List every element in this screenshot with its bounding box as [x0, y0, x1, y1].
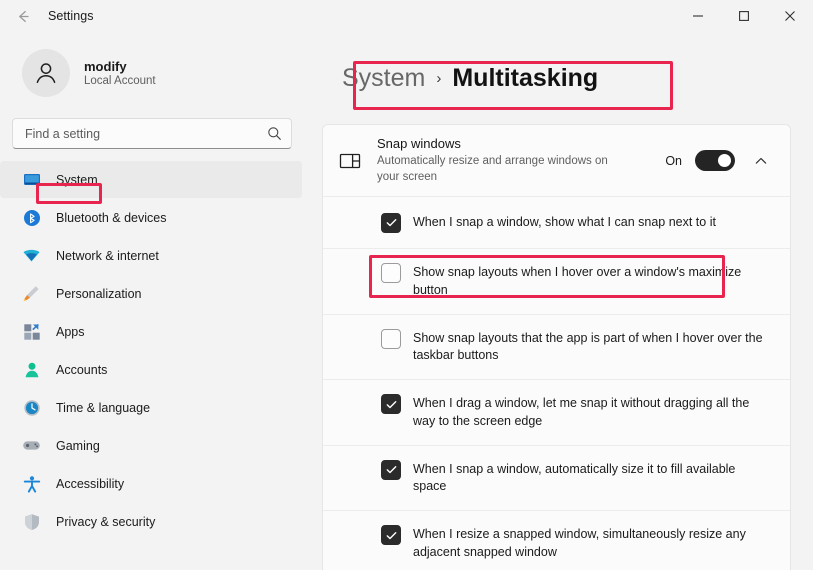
sidebar-nav: System Bluetooth & devices Network & int…	[0, 159, 310, 541]
search-input[interactable]	[25, 126, 267, 141]
snap-windows-title: Snap windows	[377, 135, 461, 151]
sidebar-item-label: Personalization	[56, 286, 142, 301]
snap-windows-texts: Snap windows Automatically resize and ar…	[377, 136, 651, 186]
account-icon	[22, 360, 41, 379]
account-name: modify	[84, 59, 127, 74]
sidebar-item-accounts[interactable]: Accounts	[0, 351, 302, 388]
snap-windows-card: Snap windows Automatically resize and ar…	[322, 124, 791, 570]
clock-icon	[22, 398, 41, 417]
chevron-right-icon: ›	[436, 69, 442, 87]
title-bar: Settings	[0, 0, 813, 32]
snap-option-label: When I snap a window, show what I can sn…	[413, 215, 716, 230]
snap-option-row[interactable]: Show snap layouts that the app is part o…	[323, 313, 790, 380]
sidebar-item-time-language[interactable]: Time & language	[0, 389, 302, 426]
account-text: modify Local Account	[84, 59, 156, 87]
sidebar-item-label: System	[56, 172, 98, 187]
brush-icon	[22, 284, 41, 303]
breadcrumb-row: System › Multitasking	[322, 32, 791, 124]
chevron-up-icon[interactable]	[748, 148, 774, 174]
sidebar-item-label: Network & internet	[56, 248, 159, 263]
account-type: Local Account	[84, 75, 156, 87]
snap-option-row[interactable]: Show snap layouts when I hover over a wi…	[323, 248, 790, 314]
sidebar-item-system[interactable]: System	[0, 161, 302, 198]
sidebar-item-gaming[interactable]: Gaming	[0, 427, 302, 464]
main-content: System › Multitasking Snap windows Autom…	[310, 32, 813, 570]
snap-windows-description: Automatically resize and arrange windows…	[377, 154, 608, 183]
sidebar-item-privacy-security[interactable]: Privacy & security	[0, 503, 302, 540]
snap-option-row[interactable]: When I resize a snapped window, simultan…	[323, 510, 790, 570]
back-arrow-icon[interactable]	[14, 7, 32, 25]
search-icon	[267, 126, 282, 141]
sidebar: modify Local Account Find a setting Syst…	[0, 32, 310, 570]
sidebar-item-label: Gaming	[56, 438, 100, 453]
sidebar-item-label: Privacy & security	[56, 514, 156, 529]
checkbox-checked-icon[interactable]	[381, 212, 401, 233]
snap-windows-toggle[interactable]	[695, 150, 735, 171]
sidebar-item-label: Time & language	[56, 400, 151, 415]
snap-option-label: When I snap a window, automatically size…	[413, 461, 736, 494]
checkbox-checked-icon[interactable]	[381, 394, 401, 414]
wifi-icon	[22, 246, 41, 265]
sidebar-item-accessibility[interactable]: Accessibility	[0, 465, 302, 502]
sidebar-item-label: Apps	[56, 324, 85, 339]
app-title: Settings	[48, 9, 94, 23]
snap-option-row[interactable]: When I drag a window, let me snap it wit…	[323, 379, 790, 445]
snap-option-label: Show snap layouts when I hover over a wi…	[413, 265, 742, 297]
sidebar-item-label: Bluetooth & devices	[56, 210, 167, 225]
sidebar-item-label: Accounts	[56, 362, 108, 377]
snap-option-label: When I drag a window, let me snap it wit…	[413, 396, 750, 428]
window-controls	[675, 0, 813, 32]
monitor-icon	[22, 170, 41, 189]
toggle-state-label: On	[665, 153, 682, 168]
snap-option-label: Show snap layouts that the app is part o…	[413, 330, 763, 363]
checkbox-checked-icon[interactable]	[381, 459, 401, 480]
shield-icon	[22, 512, 41, 531]
sidebar-item-bluetooth-devices[interactable]: Bluetooth & devices	[0, 199, 302, 236]
page-title: Multitasking	[452, 63, 599, 92]
snap-layout-icon	[337, 148, 363, 174]
sidebar-item-apps[interactable]: Apps	[0, 313, 302, 350]
settings-cards: Snap windows Automatically resize and ar…	[322, 124, 791, 570]
checkbox-unchecked-icon[interactable]	[381, 328, 401, 349]
checkbox-checked-icon[interactable]	[381, 525, 401, 545]
snap-option-row[interactable]: When I snap a window, automatically size…	[323, 444, 790, 511]
breadcrumb-parent[interactable]: System	[342, 64, 425, 93]
snap-option-row[interactable]: When I snap a window, show what I can sn…	[323, 196, 790, 248]
gamepad-icon	[22, 436, 41, 455]
bluetooth-icon	[22, 208, 41, 227]
sidebar-item-network-internet[interactable]: Network & internet	[0, 237, 302, 274]
snap-windows-toggle-group: On	[665, 148, 774, 174]
maximize-button[interactable]	[721, 0, 767, 32]
breadcrumb: System › Multitasking	[342, 64, 598, 93]
toggle-knob	[718, 154, 731, 167]
apps-icon	[22, 322, 41, 341]
checkbox-unchecked-icon[interactable]	[381, 263, 401, 283]
account-summary[interactable]: modify Local Account	[0, 42, 310, 104]
avatar	[22, 49, 70, 97]
snap-windows-header[interactable]: Snap windows Automatically resize and ar…	[323, 125, 790, 196]
window-body: modify Local Account Find a setting Syst…	[0, 32, 813, 570]
settings-window: Settings modify Local Account Find a set…	[0, 0, 813, 570]
accessibility-icon	[22, 474, 41, 493]
snap-option-label: When I resize a snapped window, simultan…	[413, 527, 746, 559]
title-bar-left: Settings	[0, 0, 675, 32]
close-button[interactable]	[767, 0, 813, 32]
search-box[interactable]	[12, 118, 292, 149]
minimize-button[interactable]	[675, 0, 721, 32]
sidebar-item-label: Accessibility	[56, 476, 125, 491]
sidebar-item-personalization[interactable]: Personalization	[0, 275, 302, 312]
